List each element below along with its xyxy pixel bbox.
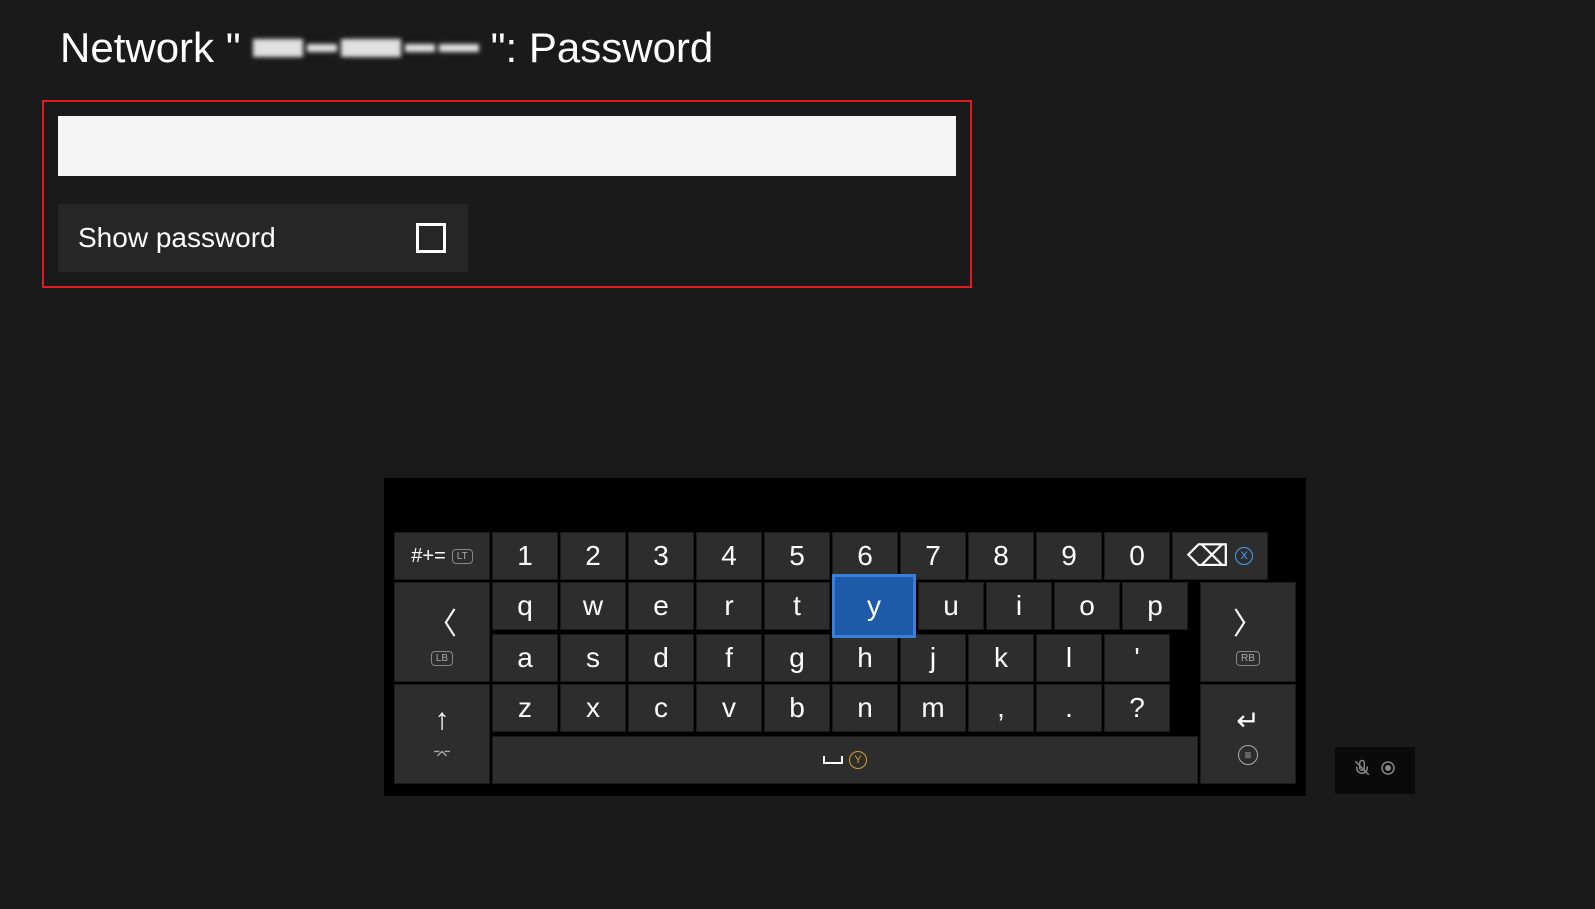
key-v[interactable]: v [696, 684, 762, 732]
network-name-redacted [253, 39, 479, 57]
caps-sub-icon: ⌤ [433, 745, 451, 765]
page-title: Network " ": Password [0, 0, 1595, 72]
enter-key[interactable]: ↵ ≡ [1200, 684, 1296, 784]
key-d[interactable]: d [628, 634, 694, 682]
key-a[interactable]: a [492, 634, 558, 682]
backspace-icon: ⌫ [1187, 539, 1229, 574]
key-7[interactable]: 7 [900, 532, 966, 580]
key-y[interactable]: y [832, 574, 916, 638]
lb-badge: LB [431, 651, 453, 666]
key-e[interactable]: e [628, 582, 694, 630]
key-s[interactable]: s [560, 634, 626, 682]
shift-key[interactable]: ↑ ⌤ [394, 684, 490, 784]
key-4[interactable]: 4 [696, 532, 762, 580]
password-input[interactable] [58, 116, 956, 176]
key-8[interactable]: 8 [968, 532, 1034, 580]
key-t[interactable]: t [764, 582, 830, 630]
key-apostrophe[interactable]: ' [1104, 634, 1170, 682]
chevron-right-icon: 〉 [1233, 599, 1263, 643]
mic-muted-icon [1353, 759, 1371, 782]
menu-badge-icon: ≡ [1238, 745, 1258, 765]
title-prefix: Network " [60, 24, 241, 72]
show-password-label: Show password [78, 222, 276, 254]
key-period[interactable]: . [1036, 684, 1102, 732]
key-g[interactable]: g [764, 634, 830, 682]
y-badge: Y [849, 751, 867, 769]
x-badge: X [1235, 547, 1253, 565]
key-p[interactable]: p [1122, 582, 1188, 630]
space-key[interactable]: Y [492, 736, 1198, 784]
lt-badge: LT [452, 549, 473, 564]
key-2[interactable]: 2 [560, 532, 626, 580]
symbols-key[interactable]: #+= LT [394, 532, 490, 580]
key-z[interactable]: z [492, 684, 558, 732]
on-screen-keyboard: #+= LT 1 2 3 4 5 6 7 8 9 0 ⌫ X 〈 LB q w … [384, 478, 1306, 796]
shift-up-icon: ↑ [435, 703, 450, 737]
cursor-left-key[interactable]: 〈 LB [394, 582, 490, 682]
title-suffix: ": Password [491, 24, 714, 72]
key-j[interactable]: j [900, 634, 966, 682]
key-9[interactable]: 9 [1036, 532, 1102, 580]
cursor-right-key[interactable]: 〉 RB [1200, 582, 1296, 682]
key-m[interactable]: m [900, 684, 966, 732]
key-i[interactable]: i [986, 582, 1052, 630]
key-r[interactable]: r [696, 582, 762, 630]
key-b[interactable]: b [764, 684, 830, 732]
key-5[interactable]: 5 [764, 532, 830, 580]
chevron-left-icon: 〈 [427, 599, 457, 643]
key-n[interactable]: n [832, 684, 898, 732]
password-input-area: Show password [42, 100, 972, 288]
backspace-key[interactable]: ⌫ X [1172, 532, 1268, 580]
key-o[interactable]: o [1054, 582, 1120, 630]
key-x[interactable]: x [560, 684, 626, 732]
key-w[interactable]: w [560, 582, 626, 630]
rb-badge: RB [1236, 651, 1260, 666]
key-q[interactable]: q [492, 582, 558, 630]
headset-icon [1379, 759, 1397, 782]
key-comma[interactable]: , [968, 684, 1034, 732]
show-password-toggle[interactable]: Show password [58, 204, 468, 272]
key-6[interactable]: 6 [832, 532, 898, 580]
key-c[interactable]: c [628, 684, 694, 732]
key-f[interactable]: f [696, 634, 762, 682]
key-1[interactable]: 1 [492, 532, 558, 580]
status-corner [1335, 747, 1415, 794]
enter-icon: ↵ [1236, 704, 1259, 737]
space-icon [823, 756, 843, 764]
key-l[interactable]: l [1036, 634, 1102, 682]
key-k[interactable]: k [968, 634, 1034, 682]
key-3[interactable]: 3 [628, 532, 694, 580]
key-question[interactable]: ? [1104, 684, 1170, 732]
key-h[interactable]: h [832, 634, 898, 682]
show-password-checkbox[interactable] [416, 223, 446, 253]
key-0[interactable]: 0 [1104, 532, 1170, 580]
key-u[interactable]: u [918, 582, 984, 630]
